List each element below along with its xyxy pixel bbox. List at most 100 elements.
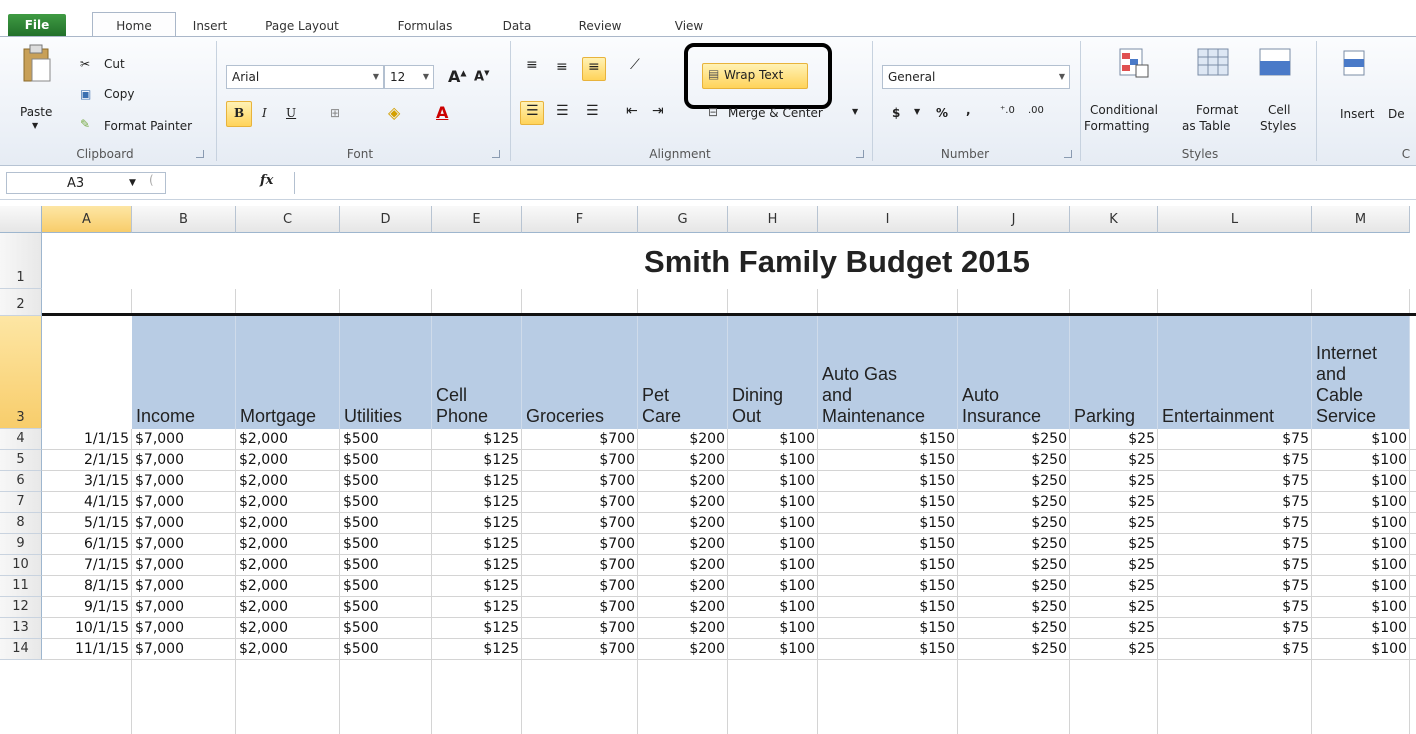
font-name-combo[interactable]: Arial ▼ [226,65,384,89]
value-cell[interactable]: $75 [1158,492,1312,513]
value-cell[interactable]: $125 [432,513,522,534]
formula-input[interactable] [294,172,1414,194]
value-cell[interactable]: $25 [1070,639,1158,660]
value-cell[interactable]: $700 [522,492,638,513]
value-cell[interactable]: $200 [638,513,728,534]
border-icon[interactable]: ⊞ [330,106,340,120]
value-cell[interactable]: $7,000 [132,471,236,492]
row-header-5[interactable]: 5 [0,450,42,471]
align-center-icon[interactable]: ☰ [556,103,569,119]
date-cell[interactable]: 11/1/15 [42,639,132,660]
value-cell[interactable]: $250 [958,576,1070,597]
value-cell[interactable]: $100 [728,576,818,597]
value-cell[interactable]: $100 [728,492,818,513]
value-cell[interactable]: $7,000 [132,597,236,618]
value-cell[interactable]: $150 [818,597,958,618]
value-cell[interactable]: $250 [958,555,1070,576]
delete-cells-button[interactable]: De [1388,107,1405,121]
value-cell[interactable]: $200 [638,618,728,639]
row-header-4[interactable]: 4 [0,429,42,450]
cell-styles-button[interactable]: Cell [1268,103,1290,117]
date-cell[interactable]: 6/1/15 [42,534,132,555]
align-top-icon[interactable]: ≡ [526,57,538,73]
value-cell[interactable]: $2,000 [236,471,340,492]
value-cell[interactable]: $100 [728,471,818,492]
chevron-down-icon[interactable]: ▼ [129,178,136,188]
value-cell[interactable]: $150 [818,471,958,492]
date-cell[interactable]: 7/1/15 [42,555,132,576]
value-cell[interactable]: $100 [728,513,818,534]
copy-icon[interactable]: ▣ [80,87,91,101]
value-cell[interactable]: $100 [728,555,818,576]
value-cell[interactable]: $100 [1312,492,1410,513]
value-cell[interactable]: $700 [522,597,638,618]
tab-data[interactable]: Data [494,16,540,38]
row-header-7[interactable]: 7 [0,492,42,513]
paste-button[interactable]: Paste [20,105,52,119]
row-header-2[interactable]: 2 [0,289,42,316]
value-cell[interactable]: $500 [340,618,432,639]
column-header-k[interactable]: K [1070,206,1158,233]
value-cell[interactable]: $500 [340,429,432,450]
value-cell[interactable]: $25 [1070,450,1158,471]
header-cell-l[interactable]: Entertainment [1158,316,1312,429]
value-cell[interactable]: $100 [1312,471,1410,492]
currency-button[interactable]: $ [892,106,900,120]
align-right-icon[interactable]: ☰ [586,103,599,119]
value-cell[interactable]: $150 [818,492,958,513]
value-cell[interactable]: $7,000 [132,492,236,513]
header-cell-d[interactable]: Utilities [340,316,432,429]
header-cell-f[interactable]: Groceries [522,316,638,429]
value-cell[interactable]: $2,000 [236,555,340,576]
value-cell[interactable]: $100 [728,534,818,555]
merge-center-button[interactable]: Merge & Center [728,106,823,120]
value-cell[interactable]: $2,000 [236,639,340,660]
cell-styles-icon[interactable] [1256,45,1296,81]
value-cell[interactable]: $250 [958,429,1070,450]
value-cell[interactable]: $125 [432,429,522,450]
value-cell[interactable]: $7,000 [132,555,236,576]
value-cell[interactable]: $150 [818,555,958,576]
value-cell[interactable]: $75 [1158,513,1312,534]
value-cell[interactable]: $75 [1158,555,1312,576]
format-painter-button[interactable]: Format Painter [104,119,192,133]
value-cell[interactable]: $7,000 [132,576,236,597]
value-cell[interactable]: $25 [1070,492,1158,513]
grow-font-icon[interactable]: A▲ [448,67,467,86]
value-cell[interactable]: $75 [1158,471,1312,492]
value-cell[interactable]: $500 [340,492,432,513]
date-cell[interactable]: 5/1/15 [42,513,132,534]
value-cell[interactable]: $200 [638,492,728,513]
value-cell[interactable]: $150 [818,429,958,450]
header-cell-k[interactable]: Parking [1070,316,1158,429]
conditional-formatting-button-line2[interactable]: Formatting [1084,119,1150,133]
value-cell[interactable]: $2,000 [236,450,340,471]
number-format-combo[interactable]: General ▼ [882,65,1070,89]
name-box[interactable]: A3 ▼ ( [6,172,166,194]
row-header-3[interactable]: 3 [0,316,42,429]
tab-view[interactable]: View [664,16,714,38]
font-launcher-icon[interactable] [492,150,500,158]
cut-icon[interactable]: ✂ [80,57,90,71]
value-cell[interactable]: $700 [522,429,638,450]
value-cell[interactable]: $200 [638,429,728,450]
value-cell[interactable]: $700 [522,639,638,660]
value-cell[interactable]: $125 [432,618,522,639]
value-cell[interactable]: $700 [522,513,638,534]
column-header-c[interactable]: C [236,206,340,233]
paste-icon[interactable] [18,43,58,87]
row-header-13[interactable]: 13 [0,618,42,639]
value-cell[interactable]: $100 [1312,639,1410,660]
sheet-title[interactable]: Smith Family Budget 2015 [42,233,1416,289]
value-cell[interactable]: $125 [432,597,522,618]
value-cell[interactable]: $700 [522,534,638,555]
header-cell-i[interactable]: Auto Gas and Maintenance [818,316,958,429]
value-cell[interactable]: $100 [728,450,818,471]
conditional-formatting-icon[interactable] [1116,45,1152,81]
value-cell[interactable]: $25 [1070,534,1158,555]
value-cell[interactable]: $75 [1158,429,1312,450]
row-header-9[interactable]: 9 [0,534,42,555]
font-size-combo[interactable]: 12 ▼ [384,65,434,89]
value-cell[interactable]: $200 [638,576,728,597]
value-cell[interactable]: $700 [522,555,638,576]
